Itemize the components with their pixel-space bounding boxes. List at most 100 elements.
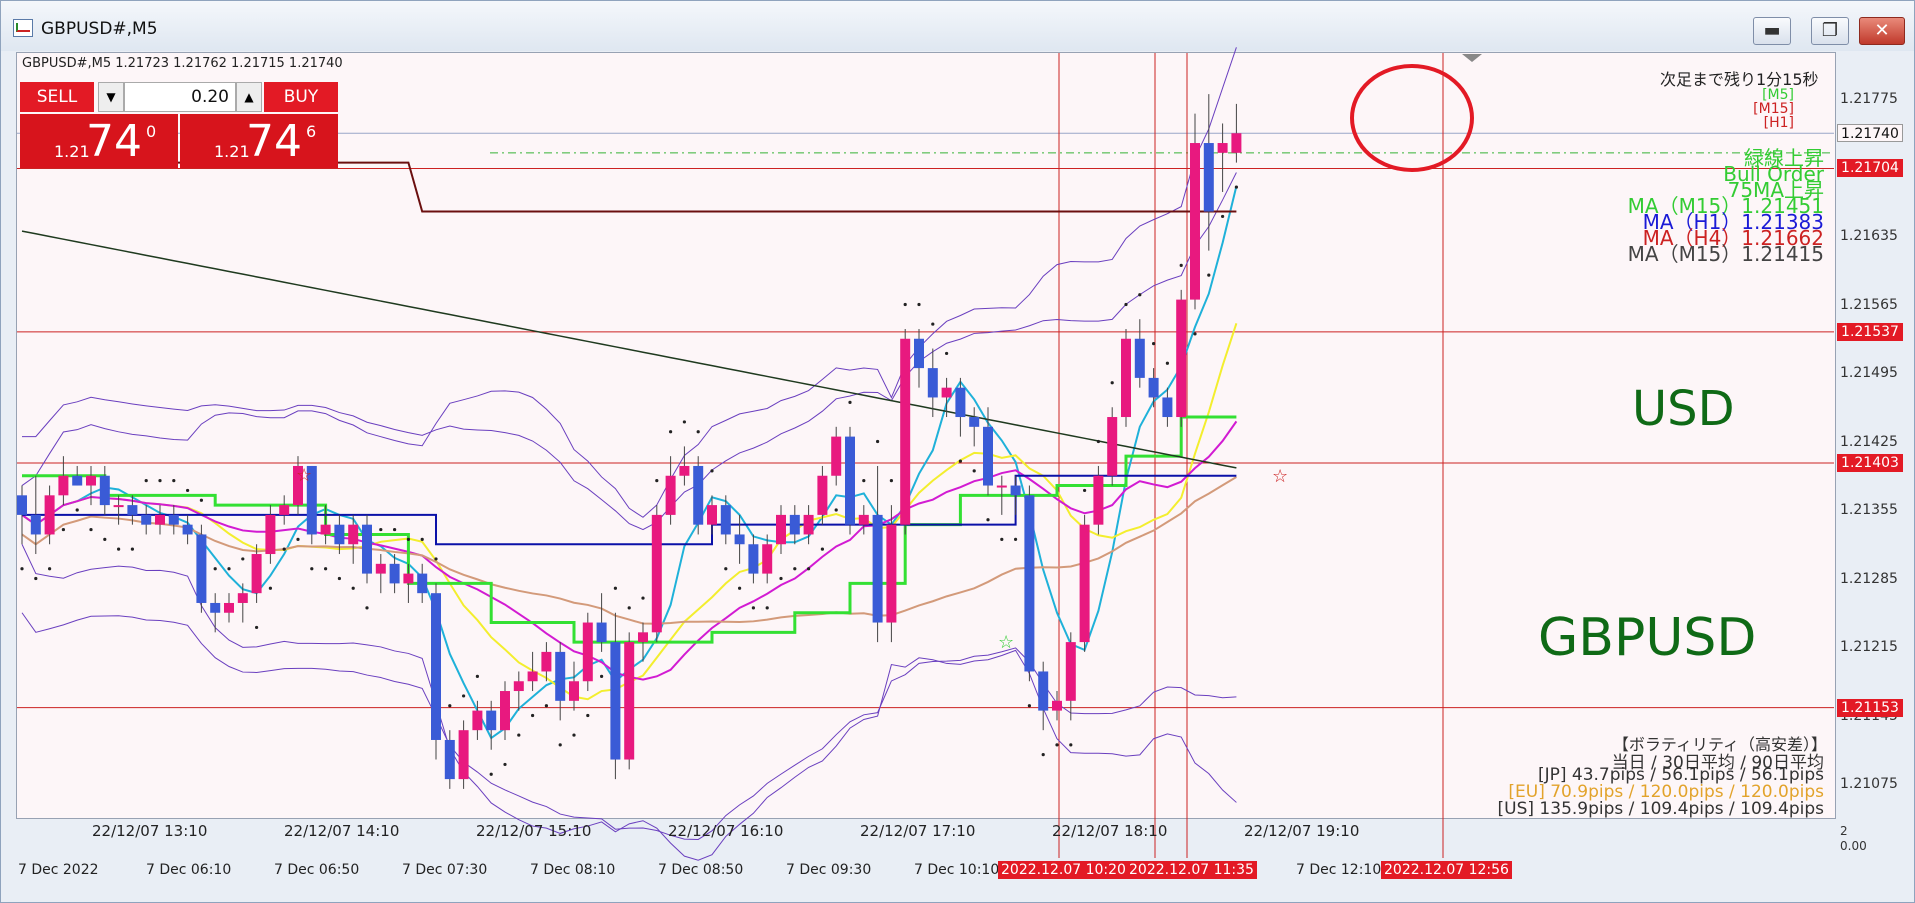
candle-body bbox=[375, 563, 386, 574]
price-badge: 1.21740 bbox=[1837, 124, 1903, 143]
signal-star: ☆ bbox=[1272, 466, 1288, 487]
sar-dot bbox=[503, 762, 507, 767]
volume-down-button[interactable]: ▼ bbox=[98, 82, 124, 112]
sar-dot bbox=[1193, 332, 1197, 336]
sar-dot bbox=[268, 586, 272, 590]
sar-dot bbox=[1027, 704, 1031, 708]
candle-body bbox=[113, 505, 124, 508]
price-axis-label: 1.21075 bbox=[1840, 776, 1898, 792]
time-axis-label: 7 Dec 08:10 bbox=[530, 862, 616, 878]
sell-button[interactable]: SELL bbox=[20, 82, 94, 112]
sar-dot bbox=[751, 606, 756, 610]
sar-dot bbox=[862, 479, 866, 483]
sar-dot bbox=[738, 586, 742, 590]
sar-dot bbox=[34, 576, 38, 581]
candle-body bbox=[996, 485, 1007, 488]
candle-body bbox=[486, 710, 497, 731]
sar-dot bbox=[351, 586, 355, 590]
candle-body bbox=[1121, 338, 1131, 418]
sar-dot bbox=[117, 547, 121, 551]
candle-body bbox=[527, 671, 538, 682]
price-badge: 1.21704 bbox=[1837, 159, 1903, 178]
ma-h4-darkred bbox=[22, 161, 1237, 213]
time-axis-label: 7 Dec 09:30 bbox=[786, 862, 872, 878]
sar-dot bbox=[531, 713, 535, 718]
sar-dot bbox=[406, 537, 410, 541]
candle-body bbox=[58, 475, 69, 496]
sar-dot bbox=[241, 557, 245, 561]
time-axis-label: 7 Dec 06:10 bbox=[146, 862, 232, 878]
candle-body bbox=[1079, 524, 1090, 643]
sar-dot bbox=[945, 351, 949, 356]
candle-body bbox=[665, 475, 676, 515]
candle-body bbox=[472, 710, 483, 731]
sar-dot bbox=[1124, 302, 1128, 307]
candle-body bbox=[914, 338, 924, 369]
sar-dot bbox=[310, 567, 314, 571]
candle-body bbox=[1231, 133, 1242, 153]
sar-dot bbox=[282, 547, 286, 551]
sar-dot bbox=[807, 567, 811, 571]
price-axis-label: 1.21635 bbox=[1840, 228, 1898, 244]
sell-price[interactable]: 1.21 74 0 bbox=[20, 114, 178, 168]
buy-price-prefix: 1.21 bbox=[214, 142, 250, 161]
sar-dot bbox=[448, 704, 452, 708]
candle-body bbox=[624, 642, 635, 760]
sub-time-label: 22/12/07 16:10 bbox=[668, 822, 784, 840]
candle-body bbox=[279, 505, 290, 515]
time-axis-label: 7 Dec 10:10 bbox=[914, 862, 1000, 878]
sar-dot bbox=[324, 567, 328, 571]
highlight-circle bbox=[1350, 64, 1474, 172]
symbol-info: GBPUSD#,M5 1.21723 1.21762 1.21715 1.217… bbox=[22, 56, 343, 71]
sar-dot bbox=[544, 704, 549, 708]
sar-dot bbox=[1069, 743, 1073, 747]
sar-dot bbox=[1014, 537, 1018, 541]
candle-body bbox=[831, 436, 842, 476]
candle-body bbox=[1038, 671, 1049, 711]
sub-time-label: 22/12/07 14:10 bbox=[284, 822, 400, 840]
signal-text: MA（M15）1.21415 bbox=[1627, 242, 1824, 266]
candle-body bbox=[845, 436, 855, 525]
sub-time-label: 22/12/07 18:10 bbox=[1052, 822, 1168, 840]
sar-dot bbox=[1221, 214, 1225, 219]
sar-dot bbox=[1234, 185, 1238, 189]
candle-body bbox=[596, 622, 607, 643]
volume-input[interactable]: 0.20 bbox=[124, 82, 236, 112]
sub-axis-value: 0.00 bbox=[1840, 839, 1867, 853]
candle-body bbox=[99, 475, 110, 506]
sar-dot bbox=[1041, 753, 1045, 757]
price-badge: 1.21153 bbox=[1837, 698, 1903, 717]
candle-body bbox=[500, 691, 510, 731]
candle-body bbox=[362, 524, 372, 574]
price-axis-label: 1.21775 bbox=[1840, 91, 1898, 107]
sub-time-label: 22/12/07 17:10 bbox=[860, 822, 976, 840]
one-click-trade-panel: SELL ▼ 0.20 ▲ BUY 1.21 74 0 1.21 74 6 bbox=[20, 82, 338, 168]
time-marker-badge: 2022.12.07 10:20 bbox=[998, 861, 1129, 879]
watermark-currency: USD bbox=[1632, 381, 1735, 437]
candle-body bbox=[1148, 377, 1159, 398]
candle-body bbox=[1190, 143, 1200, 300]
candle-body bbox=[1052, 700, 1062, 711]
candle-body bbox=[927, 368, 938, 398]
candle-body bbox=[872, 514, 883, 623]
sar-dot bbox=[600, 674, 604, 678]
candle-body bbox=[900, 338, 911, 525]
sar-dot bbox=[1083, 488, 1087, 493]
candle-body bbox=[417, 573, 428, 594]
tf-tag-h1: [H1] bbox=[1763, 115, 1794, 131]
sar-dot bbox=[89, 527, 93, 532]
ma-h1-navy bbox=[22, 474, 1237, 546]
chevron-down-icon: ▼ bbox=[106, 90, 116, 104]
buy-button[interactable]: BUY bbox=[264, 82, 338, 112]
volume-up-button[interactable]: ▲ bbox=[236, 82, 262, 112]
sub-time-label: 22/12/07 13:10 bbox=[92, 822, 208, 840]
sar-dot bbox=[1138, 293, 1142, 297]
sub-time-label: 22/12/07 15:10 bbox=[476, 822, 592, 840]
sar-dot bbox=[1152, 342, 1156, 346]
candle-body bbox=[638, 632, 648, 643]
buy-price[interactable]: 1.21 74 6 bbox=[180, 114, 338, 168]
candle-body bbox=[651, 514, 662, 633]
sar-dot bbox=[434, 557, 438, 561]
buy-signal-star: ☆ bbox=[998, 632, 1014, 653]
sar-dot bbox=[20, 567, 24, 571]
